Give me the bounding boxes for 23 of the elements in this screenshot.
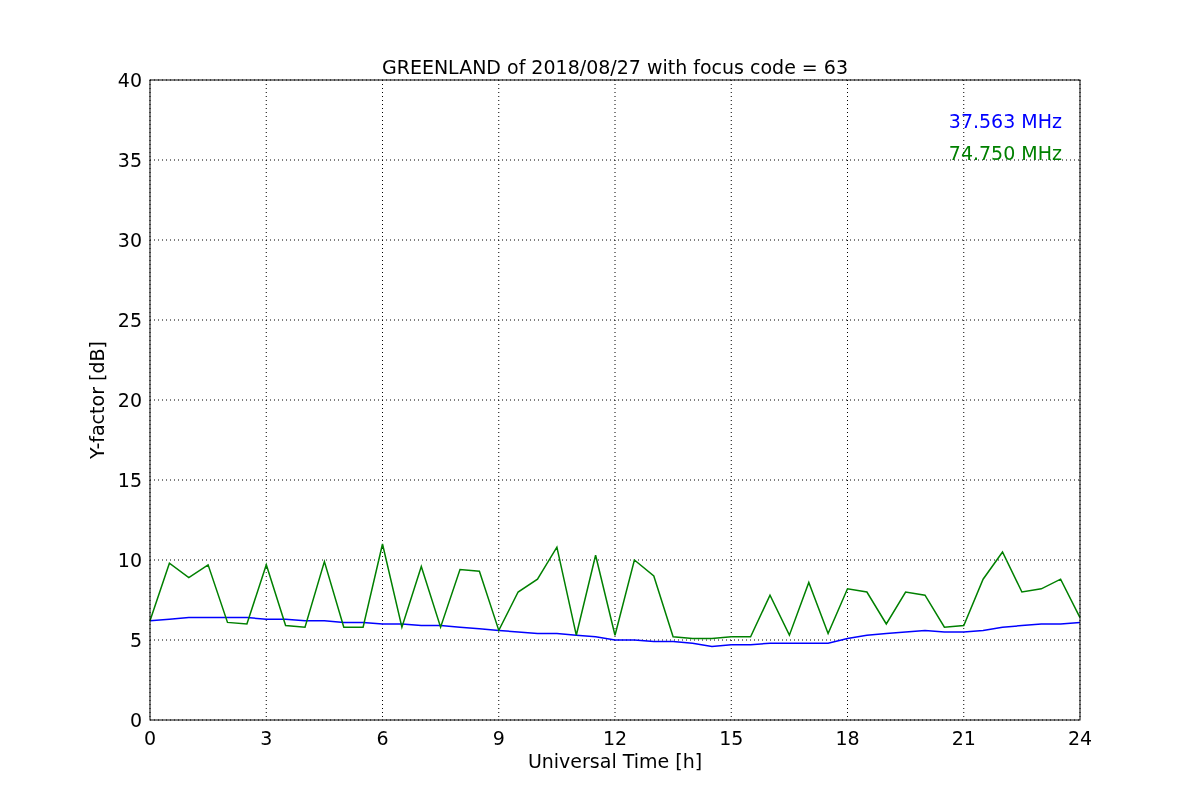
x-tick-label: 9 bbox=[492, 727, 505, 749]
y-tick-label: 30 bbox=[117, 229, 142, 251]
y-tick-label: 5 bbox=[129, 629, 142, 651]
x-tick-label: 15 bbox=[719, 727, 744, 749]
legend-label: 37.563 MHz bbox=[948, 110, 1062, 132]
x-tick-label: 6 bbox=[376, 727, 389, 749]
x-tick-label: 0 bbox=[143, 727, 157, 749]
x-tick-label: 24 bbox=[1067, 727, 1093, 749]
chart-title: GREENLAND of 2018/08/27 with focus code = 63 bbox=[382, 56, 848, 78]
y-tick-label: 40 bbox=[117, 69, 142, 91]
y-tick-label: 0 bbox=[129, 709, 142, 731]
x-tick-label: 3 bbox=[260, 727, 273, 749]
x-axis-label: Universal Time [h] bbox=[527, 750, 703, 772]
y-tick-label: 25 bbox=[117, 309, 142, 331]
y-tick-label: 15 bbox=[117, 469, 142, 491]
y-tick-label: 20 bbox=[117, 389, 142, 411]
x-tick-label: 18 bbox=[835, 727, 860, 749]
y-axis-label: Y-factor [dB] bbox=[86, 341, 108, 459]
y-tick-label: 35 bbox=[117, 149, 142, 171]
legend-label: 74.750 MHz bbox=[948, 142, 1062, 164]
x-tick-label: 21 bbox=[951, 727, 976, 749]
y-tick-label: 10 bbox=[117, 549, 142, 571]
x-tick-label: 12 bbox=[602, 727, 628, 749]
